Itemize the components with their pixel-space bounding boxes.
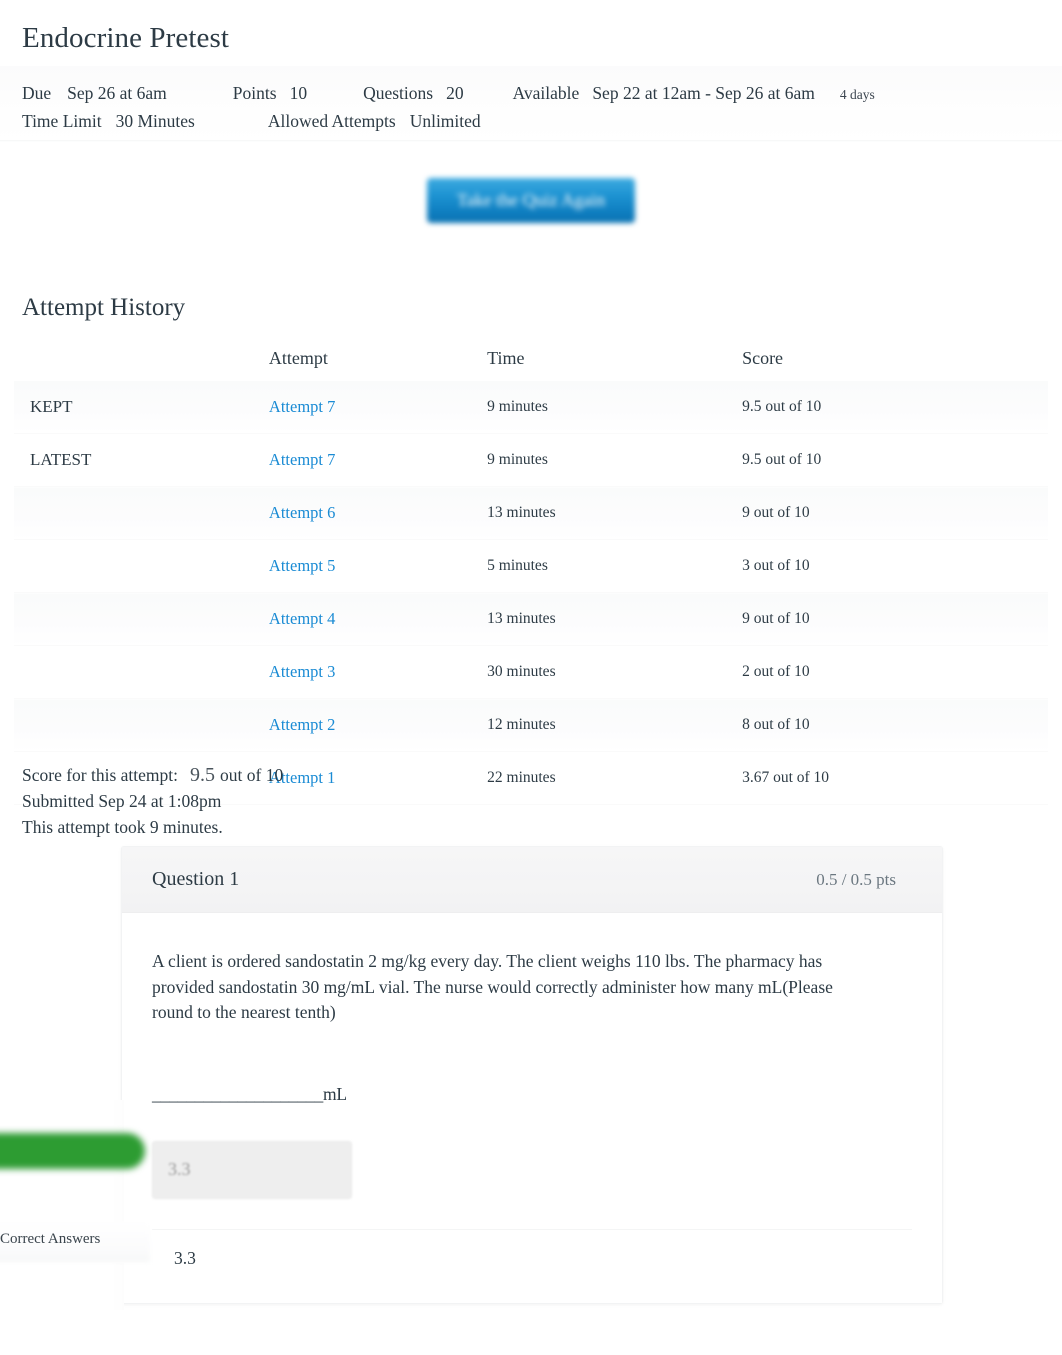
points-value: 10 [289,83,308,103]
time-limit-label: Time Limit [22,111,102,131]
answer-input[interactable] [152,1140,352,1199]
due-value: Sep 26 at 6am [67,83,167,103]
attempt-flag-cell [14,698,269,752]
due-label: Due [22,83,52,103]
attempt-link[interactable]: Attempt 3 [269,662,335,681]
attempt-score-cell: 9.5 out of 10 [742,381,1048,434]
attempt-link-cell: Attempt 1 [268,751,488,805]
attempt-score-cell: 3 out of 10 [742,539,1048,593]
page-title: Endocrine Pretest [22,22,230,54]
score-label: Score for this attempt: [22,765,179,785]
attempt-link-cell: Attempt 6 [268,486,488,540]
attempt-score-cell: 2 out of 10 [742,645,1048,699]
attempt-flag: LATEST [30,450,92,469]
available-value: Sep 22 at 12am - Sep 26 at 6am [592,83,815,103]
column-header-flag [14,344,269,381]
attempt-flag-cell: LATEST [14,433,269,487]
card-left-strip [112,1100,124,1310]
attempt-flag-cell [14,486,269,540]
attempt-link[interactable]: Attempt 6 [269,503,335,522]
table-row: Attempt 6 13 minutes 9 out of 10 [14,486,1048,540]
questions-label: Questions [363,83,434,103]
attempt-time-cell: 12 minutes [487,698,743,752]
attempt-link-cell: Attempt 5 [268,539,488,593]
attempt-score-cell: 9 out of 10 [742,592,1048,646]
attempt-time-cell: 22 minutes [487,751,743,805]
question-text: A client is ordered sandostatin 2 mg/kg … [152,951,833,1022]
attempt-history-heading: Attempt History [22,294,186,321]
quiz-meta-row-2: Time Limit 30 Minutes Allowed Attempts Unli… [22,108,1042,135]
attempt-score-cell: 9 out of 10 [742,486,1048,540]
attempt-link[interactable]: Attempt 2 [269,715,335,734]
attempt-score-summary: Score for this attempt: 9.5 out of 10 Subm… [22,762,283,840]
attempt-link[interactable]: Attempt 7 [269,450,335,469]
quiz-meta-row-1: Due Sep 26 at 6am Points 10 Questions 20 Avail… [22,80,1042,108]
attempt-link-cell: Attempt 4 [268,592,488,646]
table-row: LATEST Attempt 7 9 minutes 9.5 out of 10 [14,433,1048,487]
duration-line: This attempt took 9 minutes. [22,817,223,837]
submitted-line: Submitted Sep 24 at 1:08pm [22,791,222,811]
correct-answer-row: 3.3 [152,1228,912,1303]
table-row: Attempt 5 5 minutes 3 out of 10 [14,539,1048,593]
time-limit-value: 30 Minutes [115,111,195,131]
attempt-link[interactable]: Attempt 5 [269,556,335,575]
attempt-time-cell: 30 minutes [487,645,743,699]
points-label: Points [232,83,277,103]
attempt-time-cell: 13 minutes [487,486,743,540]
table-row: Attempt 4 13 minutes 9 out of 10 [14,592,1048,646]
table-header-row: Attempt Time Score [14,344,1048,381]
table-row: Attempt 2 12 minutes 8 out of 10 [14,698,1048,752]
attempt-flag-cell [14,592,269,646]
available-label: Available [512,83,580,103]
attempt-time-cell: 5 minutes [487,539,743,593]
attempt-time-cell: 9 minutes [487,433,743,487]
allowed-attempts-value: Unlimited [409,111,481,131]
question-points-badge: 0.5 / 0.5 pts [816,869,896,889]
take-quiz-again-button[interactable]: Take the Quiz Again [426,178,636,223]
quiz-meta: Due Sep 26 at 6am Points 10 Questions 20 Avail… [22,80,1042,135]
attempt-link-cell: Attempt 2 [268,698,488,752]
quiz-results-page: Endocrine Pretest Due Sep 26 at 6am Points… [0,0,1062,1355]
attempt-link-cell: Attempt 7 [268,381,488,434]
header-divider [0,140,1062,142]
score-suffix: out of 10 [220,765,284,785]
attempt-flag-cell [14,539,269,593]
retake-button-shadow: Take the Quiz Again [426,178,636,223]
question-blank-line: ____________________mL [152,1083,347,1104]
attempt-link-cell: Attempt 7 [268,433,488,487]
correct-status-badge [0,1133,145,1169]
attempt-link[interactable]: Attempt 7 [269,397,335,416]
attempt-flag-cell [14,645,269,699]
column-header-time: Time [487,348,525,368]
attempt-link-cell: Attempt 3 [268,645,488,699]
attempt-history-body: KEPT Attempt 79 minutes 9.5 out of 10 LATES… [14,381,1048,805]
attempt-score-cell: 8 out of 10 [742,698,1048,752]
column-header-attempt: Attempt [268,348,328,368]
question-card: Question 1 0.5 / 0.5 pts A client is ord… [121,846,943,1304]
question-name: Question 1 [152,868,240,890]
attempt-flag: KEPT [30,397,73,416]
days-remaining-badge: 4 days [839,87,875,102]
table-row: KEPT Attempt 7 9 minutes 9.5 out of 10 [14,381,1048,434]
attempt-history-table: Attempt Time Score KEPT Attempt 7 9 minute… [14,344,1048,805]
attempt-history-head: Attempt Time Score [14,344,1048,381]
retake-quiz-container: Take the Quiz Again [0,178,1062,223]
attempt-time-cell: 13 minutes [487,592,743,646]
attempt-score-cell: 3.67 out of 10 [742,751,1048,805]
column-header-score: Score [742,348,784,368]
allowed-attempts-label: Allowed Attempts [267,111,396,131]
attempt-link[interactable]: Attempt 4 [269,609,335,628]
correct-answer-value: 3.3 [174,1247,196,1268]
score-line: Score for this attempt: 9.5 out of 10 [22,762,283,788]
questions-value: 20 [446,83,464,103]
attempt-score-cell: 9.5 out of 10 [742,433,1048,487]
question-card-header: Question 1 0.5 / 0.5 pts [122,847,942,913]
question-card-body: A client is ordered sandostatin 2 mg/kg … [122,913,942,1303]
answer-row [152,1140,912,1205]
table-row: Attempt 3 30 minutes 2 out of 10 [14,645,1048,699]
attempt-flag-cell: KEPT [14,381,269,434]
correct-answers-label: Correct Answers [0,1231,101,1247]
attempt-time-cell: 9 minutes [487,381,743,434]
score-value: 9.5 [190,764,216,786]
